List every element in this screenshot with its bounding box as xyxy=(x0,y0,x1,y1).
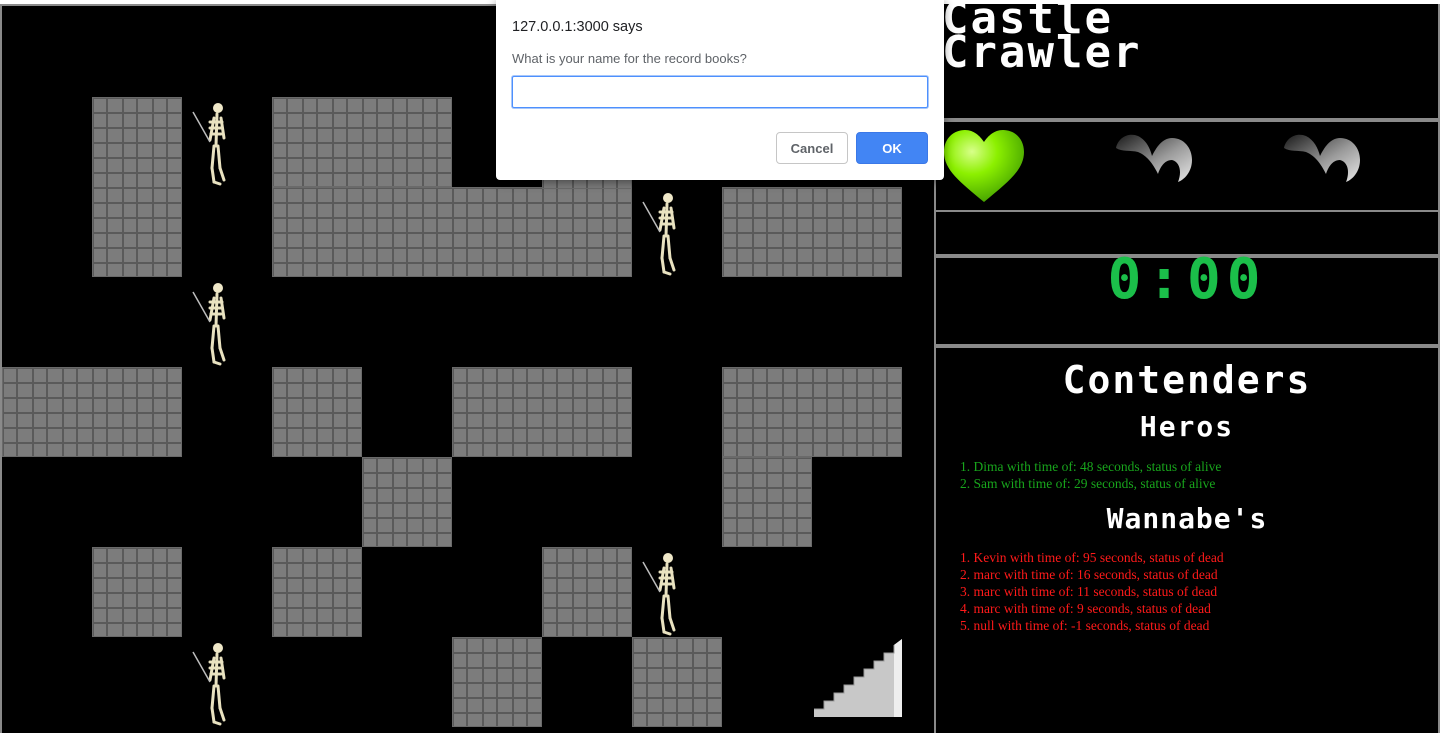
skeleton-enemy-icon xyxy=(192,283,226,366)
timer-panel: 0:00 xyxy=(934,247,1440,346)
wall-block xyxy=(542,547,632,637)
skeleton-enemy-icon xyxy=(192,103,226,186)
player-name-input[interactable] xyxy=(512,76,928,108)
game-page: Castle Crawler 0:00 Contenders Heros 1. … xyxy=(0,0,1440,733)
cancel-button[interactable]: Cancel xyxy=(776,132,848,164)
heart-full-icon xyxy=(944,130,1024,202)
list-item: 3. marc with time of: 11 seconds, status… xyxy=(960,584,1218,599)
dialog-origin: 127.0.0.1:3000 says xyxy=(512,19,643,35)
wannabes-list: 1. Kevin with time of: 95 seconds, statu… xyxy=(960,549,1224,634)
heart-empty-icon xyxy=(1284,134,1360,182)
wall-block xyxy=(452,367,632,457)
name-prompt-dialog: 127.0.0.1:3000 says What is your name fo… xyxy=(496,0,944,180)
wall-block xyxy=(722,187,902,277)
wall-block xyxy=(362,457,452,547)
lives-panel xyxy=(934,120,1440,212)
skeleton-enemy-icon xyxy=(642,553,676,636)
list-item: 1. Kevin with time of: 95 seconds, statu… xyxy=(960,550,1224,565)
wall-block xyxy=(722,457,812,547)
wall-block xyxy=(632,637,722,727)
title-panel: Castle Crawler xyxy=(934,0,1440,120)
heart-empty-icon xyxy=(1116,134,1192,182)
wall-block xyxy=(2,367,182,457)
timer-display: 0:00 xyxy=(1107,247,1267,312)
wall-block xyxy=(272,367,362,457)
dialog-message: What is your name for the record books? xyxy=(512,51,747,66)
list-item: 5. null with time of: -1 seconds, status… xyxy=(960,618,1210,633)
skeleton-enemy-icon xyxy=(192,643,226,726)
wall-block xyxy=(272,187,632,277)
heros-list: 1. Dima with time of: 48 seconds, status… xyxy=(960,458,1221,492)
list-item: 1. Dima with time of: 48 seconds, status… xyxy=(960,459,1222,474)
list-item: 4. marc with time of: 9 seconds, status … xyxy=(960,601,1211,616)
sidebar: Castle Crawler 0:00 Contenders Heros 1. … xyxy=(934,0,1440,733)
scoreboard-title: Contenders xyxy=(1062,358,1312,402)
heros-heading: Heros xyxy=(1139,410,1235,443)
wall-block xyxy=(452,637,542,727)
stairs-exit-icon xyxy=(814,639,902,717)
list-item: 2. marc with time of: 16 seconds, status… xyxy=(960,567,1218,582)
wannabes-heading: Wannabe's xyxy=(1106,502,1268,535)
skeleton-enemy-icon xyxy=(642,193,676,276)
wall-block xyxy=(92,97,182,277)
wall-block xyxy=(272,547,362,637)
wall-block xyxy=(92,547,182,637)
list-item: 2. Sam with time of: 29 seconds, status … xyxy=(960,476,1216,491)
game-title: Castle Crawler xyxy=(942,0,1142,78)
wall-block xyxy=(722,367,902,457)
scoreboard-panel: Contenders Heros 1. Dima with time of: 4… xyxy=(934,346,1440,733)
ok-button[interactable]: OK xyxy=(856,132,928,164)
wall-block xyxy=(272,97,452,187)
